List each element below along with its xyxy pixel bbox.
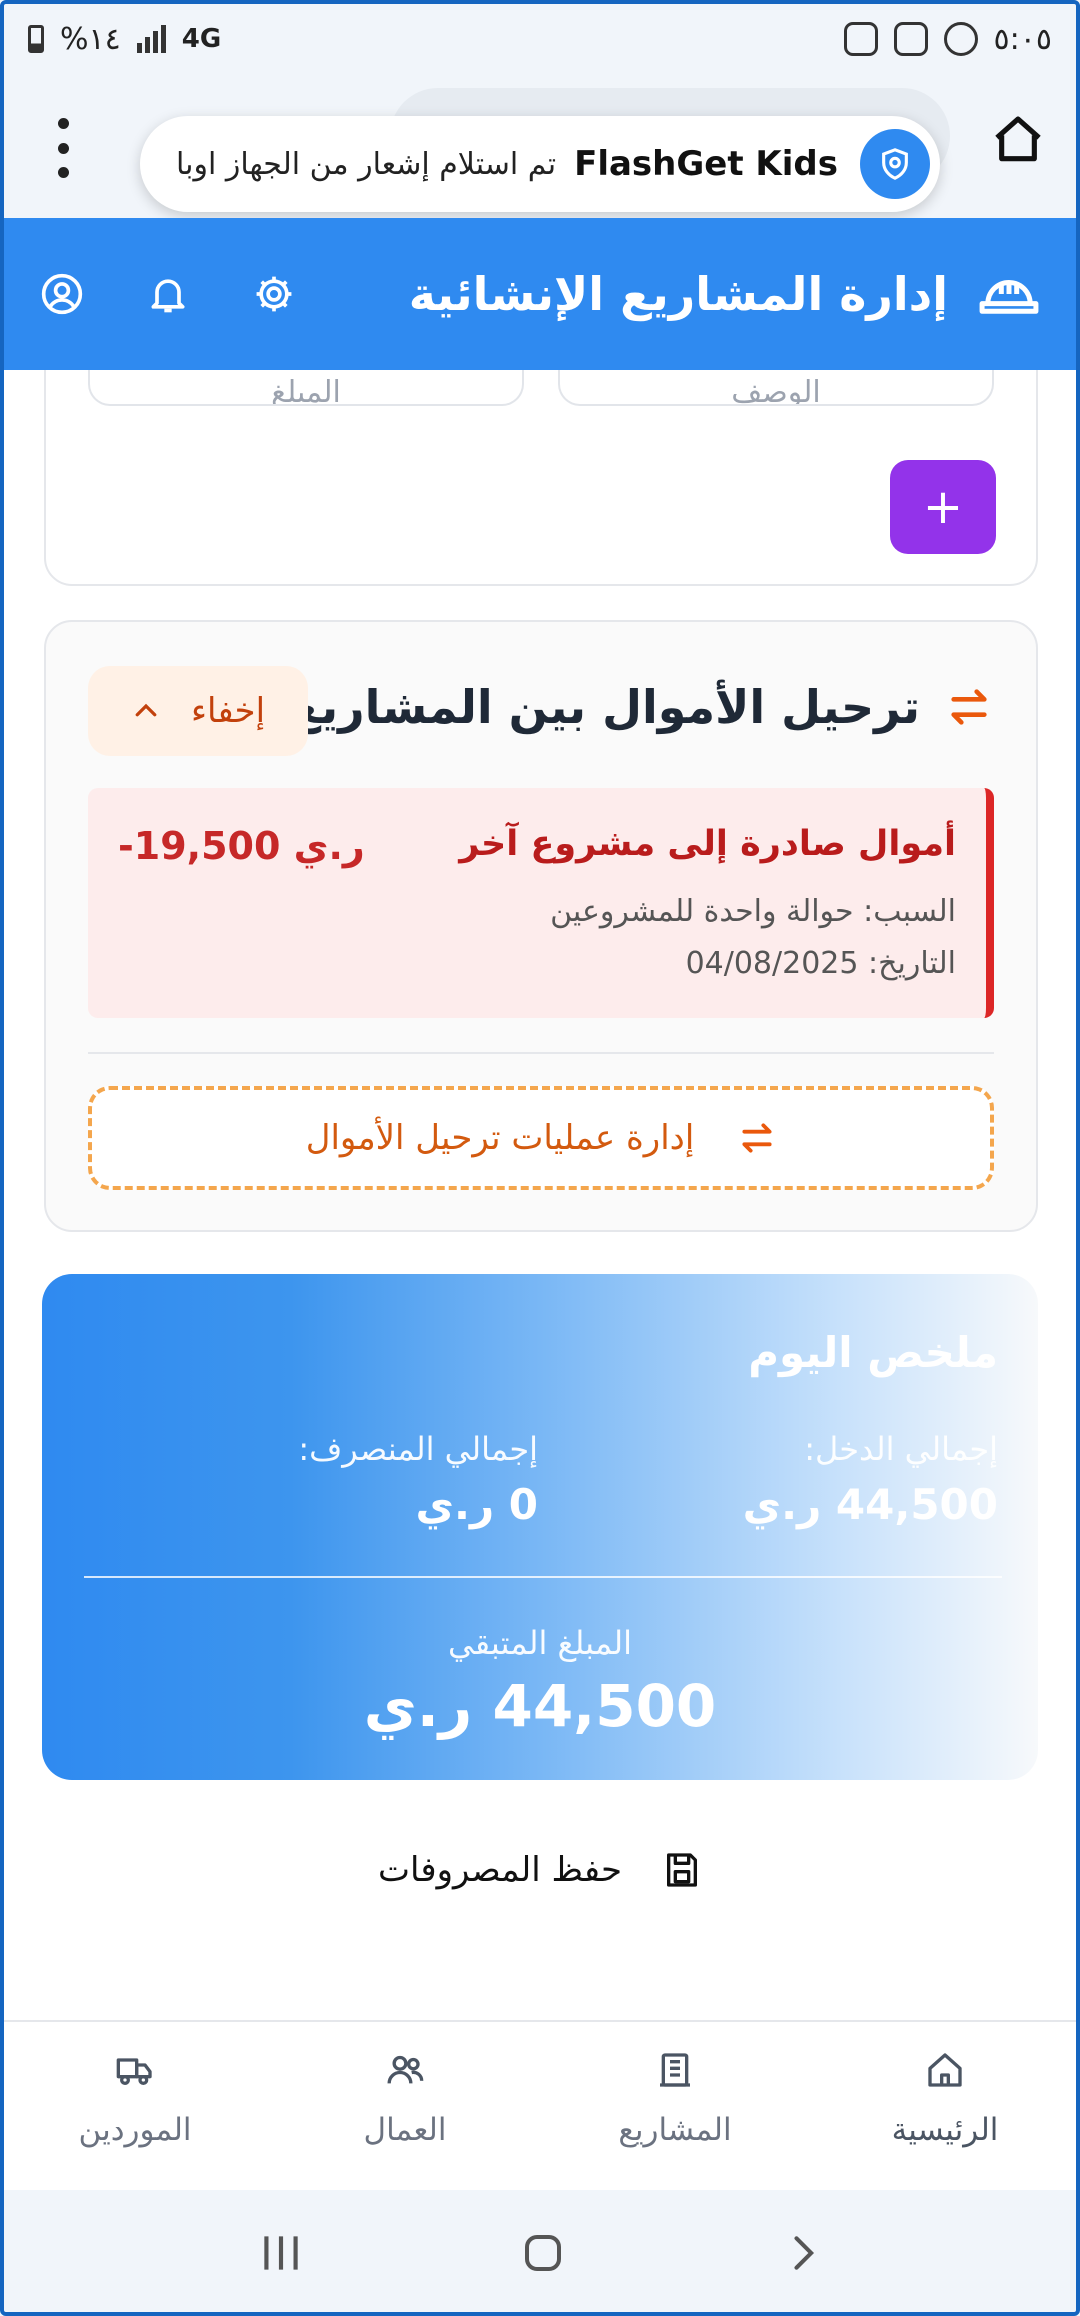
remaining-value: 44,500 ر.ي — [363, 1672, 717, 1740]
whatsapp-icon — [943, 22, 978, 56]
expense-entry-card: الوصف المبلغ + — [44, 370, 1038, 586]
system-nav-bar — [0, 2190, 1080, 2316]
flashget-badge-icon — [860, 129, 930, 199]
system-home-icon[interactable] — [519, 2229, 567, 2277]
helmet-icon — [979, 279, 1039, 314]
brand: إدارة المشاريع الإنشائية — [409, 267, 1040, 321]
transfer-item-date: التاريخ: 04/08/2025 — [685, 946, 956, 981]
truck-icon — [116, 2058, 152, 2085]
user-icon[interactable] — [40, 272, 84, 316]
income-block: إجمالي الدخل: 44,500 ر.ي — [578, 1430, 998, 1529]
transfers-header: ترحيل الأموال بين المشاريع — [289, 680, 992, 734]
browser-home-icon[interactable] — [990, 112, 1046, 168]
transfer-item-reason: السبب: حوالة واحدة للمشروعين — [550, 894, 956, 929]
nav-projects[interactable]: المشاريع — [540, 2022, 810, 2190]
main-content: الوصف المبلغ + ترحيل الأموال بين المشاري… — [0, 370, 1080, 2020]
battery-icon — [28, 25, 44, 53]
save-icon — [667, 1853, 698, 1887]
description-placeholder: الوصف — [731, 375, 821, 406]
notification-text: تم استلام إشعار من الجهاز اوبا — [176, 146, 557, 182]
expense-value: 0 ر.ي — [415, 1480, 538, 1529]
save-label: حفظ المصروفات — [377, 1850, 623, 1890]
nav-workers-label: العمال — [363, 2112, 447, 2148]
transfer-item-amount: -19,500 ر.ي — [118, 824, 365, 868]
save-expenses-button[interactable]: حفظ المصروفات — [0, 1850, 1080, 1890]
nav-workers[interactable]: العمال — [270, 2022, 540, 2190]
daily-summary-card: ملخص اليوم إجمالي الدخل: 44,500 ر.ي إجما… — [42, 1274, 1038, 1780]
status-time: ٥:٠٥ — [993, 21, 1052, 57]
transfer-item-title: أموال صادرة إلى مشروع آخر — [459, 824, 956, 864]
expense-label: إجمالي المنصرف: — [298, 1430, 538, 1468]
signal-icon — [136, 25, 166, 53]
more-menu-icon[interactable] — [56, 118, 70, 178]
summary-divider — [84, 1576, 1002, 1578]
recent-apps-icon[interactable] — [256, 2231, 306, 2275]
status-bar: %١٤ 4G ٥:٠٥ — [0, 0, 1080, 78]
status-left: %١٤ 4G — [28, 22, 221, 57]
amount-field[interactable]: المبلغ — [88, 370, 524, 406]
transfers-card: ترحيل الأموال بين المشاريع إخفاء أموال ص… — [44, 620, 1038, 1232]
transfer-arrows-icon — [742, 1123, 772, 1153]
chevron-up-icon — [135, 703, 157, 717]
notification-toast[interactable]: FlashGet Kids تم استلام إشعار من الجهاز … — [140, 116, 940, 212]
expense-block: إجمالي المنصرف: 0 ر.ي — [118, 1430, 538, 1529]
shield-app-icon-2 — [893, 22, 928, 56]
bell-icon[interactable] — [146, 272, 190, 316]
home-icon — [928, 2053, 962, 2087]
app-header: إدارة المشاريع الإنشائية — [0, 218, 1080, 370]
nav-suppliers-label: الموردين — [78, 2112, 192, 2148]
divider — [88, 1052, 994, 1054]
hide-transfers-button[interactable]: إخفاء — [88, 666, 308, 756]
users-icon — [387, 2055, 424, 2084]
network-type: 4G — [181, 24, 222, 54]
summary-title: ملخص اليوم — [748, 1328, 998, 1377]
income-value: 44,500 ر.ي — [742, 1480, 998, 1529]
remaining-block: المبلغ المتبقي 44,500 ر.ي — [42, 1624, 1038, 1740]
nav-home[interactable]: الرئيسية — [810, 2022, 1080, 2190]
income-label: إجمالي الدخل: — [804, 1430, 998, 1468]
browser-toolbar: FlashGet Kids تم استلام إشعار من الجهاز … — [0, 78, 1080, 218]
notification-app-name: FlashGet Kids — [574, 144, 838, 184]
description-field[interactable]: الوصف — [558, 370, 994, 406]
transfers-title: ترحيل الأموال بين المشاريع — [289, 680, 920, 734]
header-actions — [40, 272, 296, 316]
transfer-item: أموال صادرة إلى مشروع آخر -19,500 ر.ي ال… — [88, 788, 994, 1018]
nav-projects-label: المشاريع — [618, 2112, 732, 2148]
remaining-label: المبلغ المتبقي — [448, 1624, 632, 1662]
bottom-nav: الرئيسية المشاريع العمال الموردين — [0, 2020, 1080, 2190]
hide-label: إخفاء — [191, 691, 266, 731]
gear-icon[interactable] — [252, 272, 296, 316]
app-title: إدارة المشاريع الإنشائية — [408, 267, 948, 321]
add-expense-button[interactable]: + — [890, 460, 996, 554]
manage-transfers-button[interactable]: إدارة عمليات ترحيل الأموال — [88, 1086, 994, 1190]
transfer-arrows-icon — [951, 689, 987, 725]
manage-transfers-label: إدارة عمليات ترحيل الأموال — [305, 1118, 695, 1158]
status-right: ٥:٠٥ — [843, 21, 1052, 57]
back-icon[interactable] — [780, 2231, 824, 2275]
nav-home-label: الرئيسية — [891, 2112, 999, 2148]
battery-level: %١٤ — [60, 21, 121, 57]
shield-app-icon — [843, 22, 878, 56]
amount-placeholder: المبلغ — [271, 375, 341, 406]
building-icon — [660, 2053, 690, 2087]
nav-suppliers[interactable]: الموردين — [0, 2022, 270, 2190]
